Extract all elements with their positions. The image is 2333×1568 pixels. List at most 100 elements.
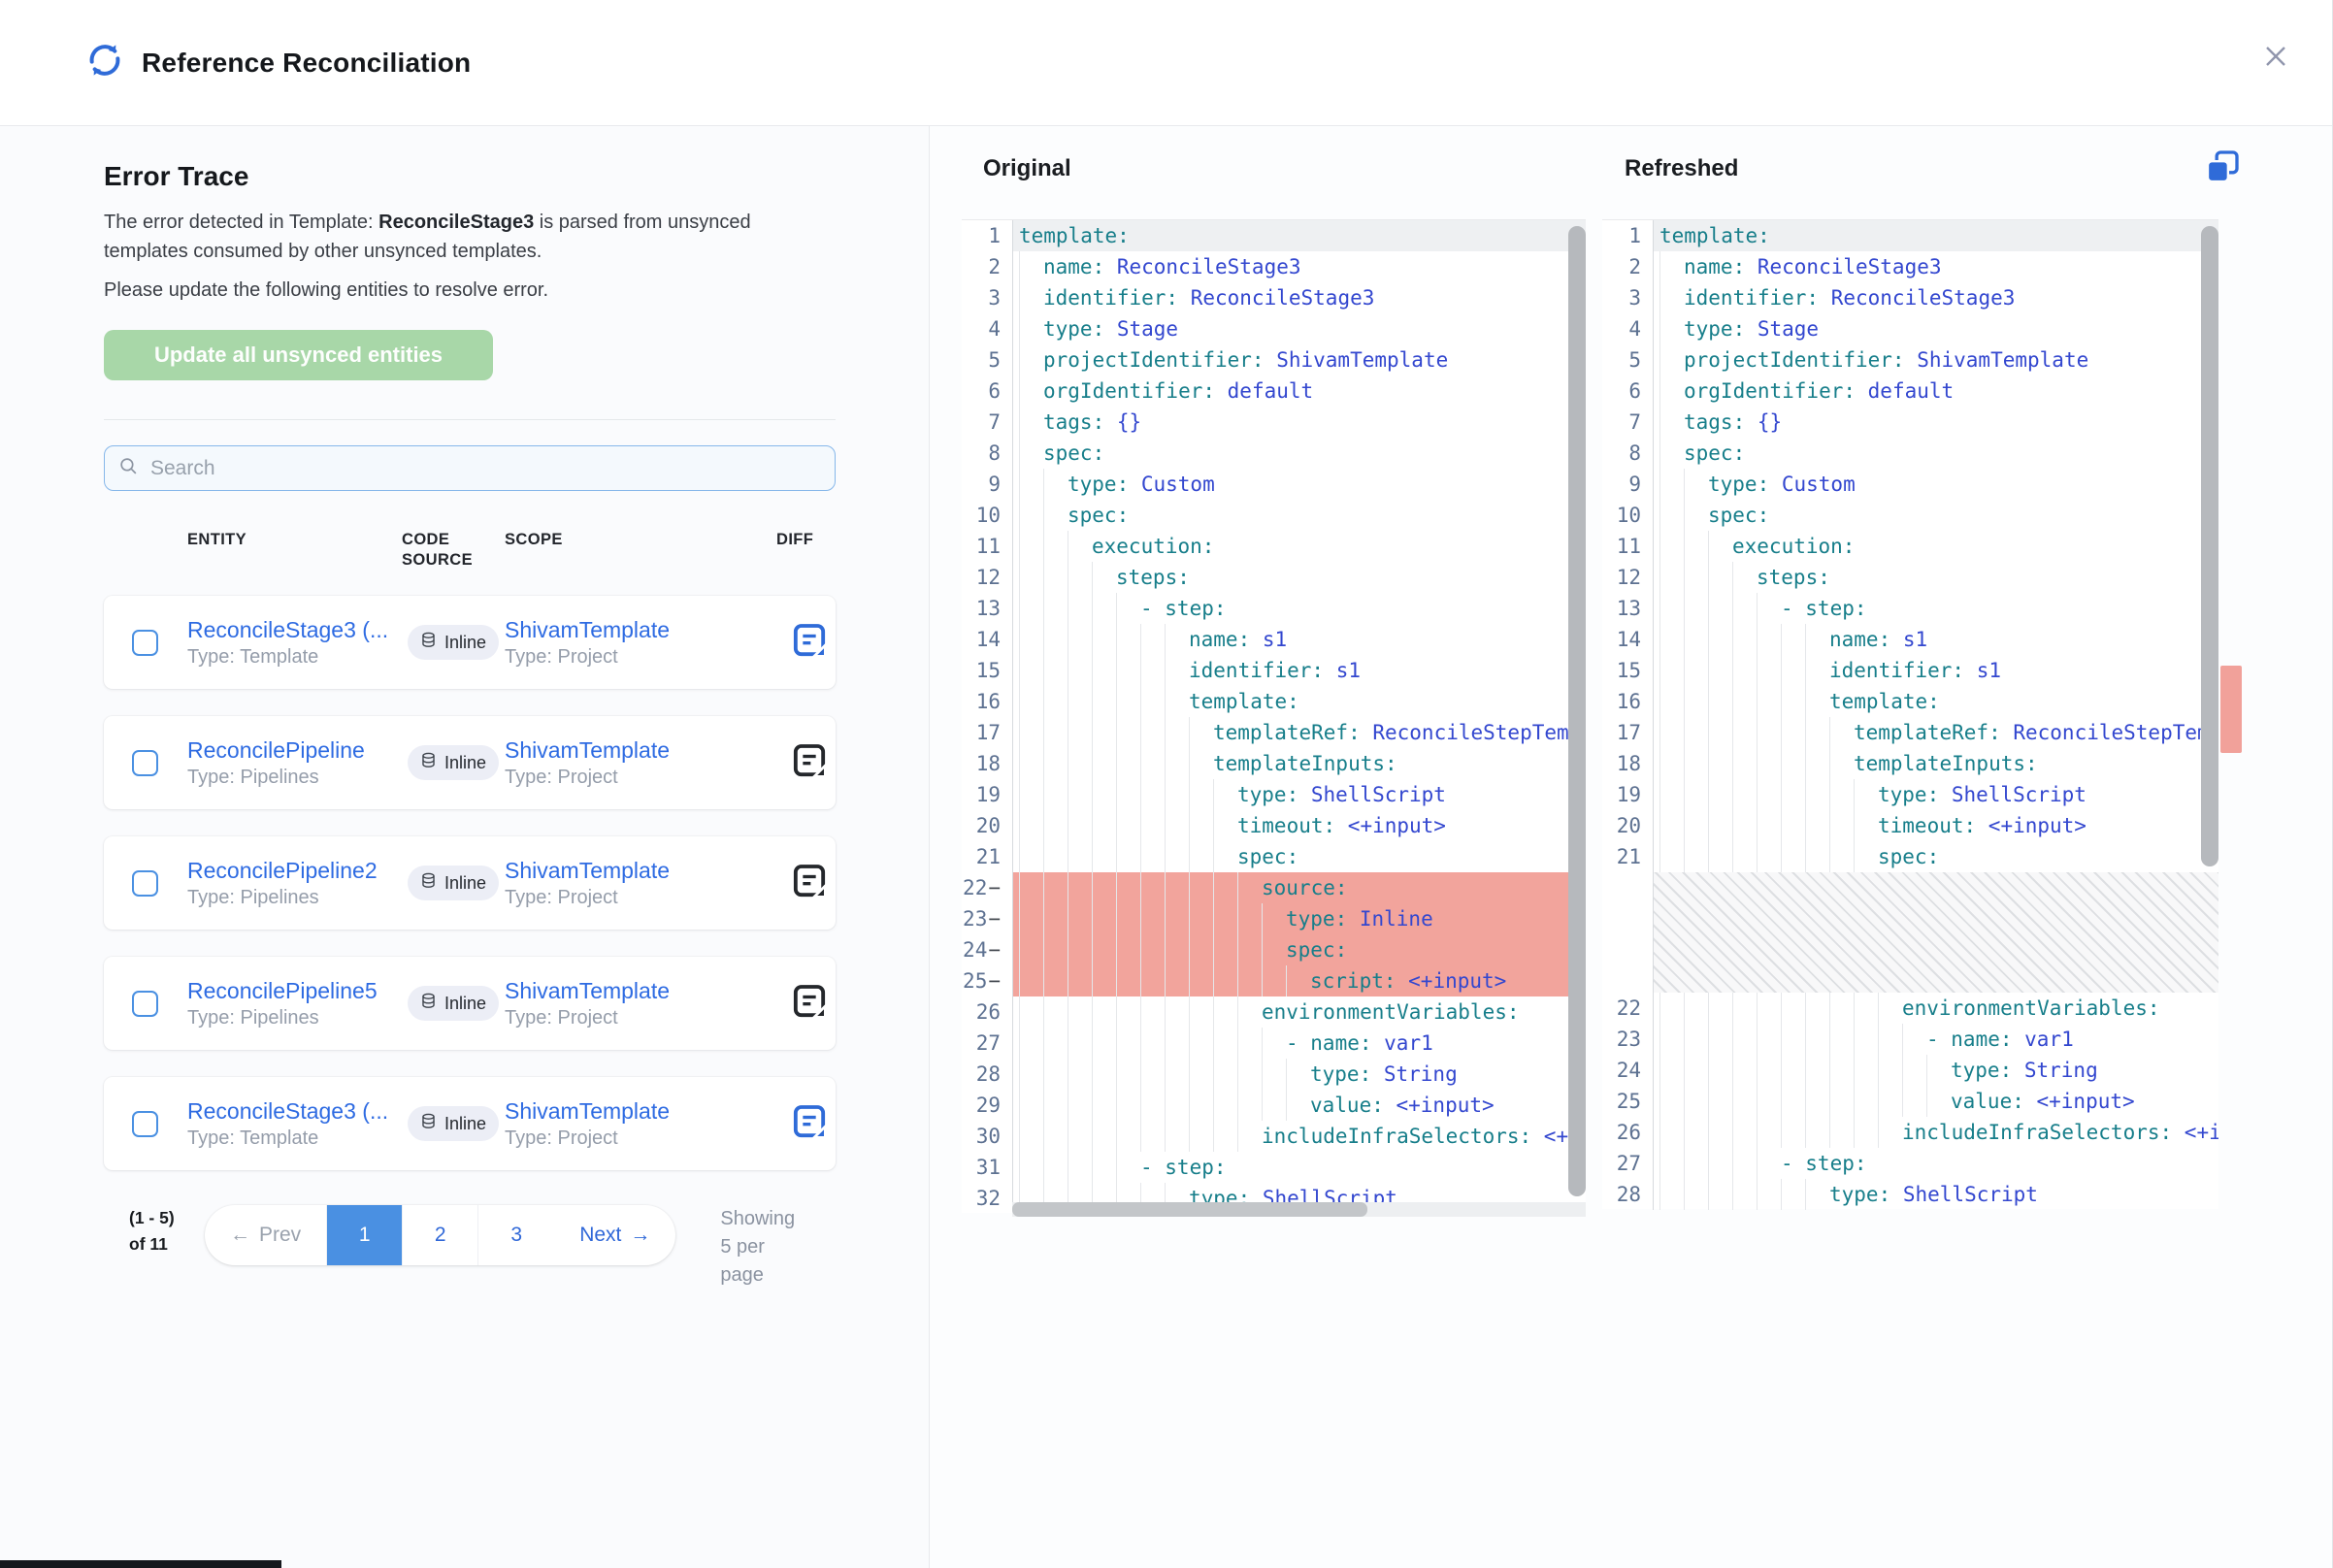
- diff-icon[interactable]: [790, 768, 829, 784]
- code-line: 20timeout: <+input>: [962, 810, 1586, 841]
- refreshed-vertical-scrollbar[interactable]: [2201, 226, 2218, 866]
- code-line: 23−type: Inline: [962, 903, 1586, 934]
- search-input[interactable]: [148, 456, 821, 481]
- scope-type: Type: Project: [505, 1007, 776, 1029]
- code-line: 24−spec:: [962, 934, 1586, 965]
- window-edge: [0, 1560, 281, 1568]
- inline-source-icon: [420, 1113, 437, 1134]
- original-code-panel: 1template:2name: ReconcileStage33identif…: [962, 219, 1586, 1213]
- code-line: 18templateInputs:: [962, 748, 1586, 779]
- scope-type: Type: Project: [505, 646, 776, 669]
- row-checkbox[interactable]: [132, 991, 158, 1017]
- code-line: 26environmentVariables:: [962, 996, 1586, 1028]
- code-line: 7tags: {}: [1602, 407, 2218, 438]
- entity-type: Type: Pipelines: [187, 1007, 402, 1029]
- code-line: 2name: ReconcileStage3: [1602, 251, 2218, 282]
- original-panel-title: Original: [983, 155, 1071, 182]
- entity-type: Type: Pipelines: [187, 887, 402, 909]
- code-line: 11execution:: [1602, 531, 2218, 562]
- entity-type: Type: Template: [187, 646, 402, 669]
- code-line: 28type: String: [962, 1059, 1586, 1090]
- code-line: 15identifier: s1: [1602, 655, 2218, 686]
- table-row: ReconcilePipeline2Type: Pipelines Inline…: [104, 836, 836, 930]
- row-checkbox[interactable]: [132, 870, 158, 897]
- code-line: 12steps:: [1602, 562, 2218, 593]
- error-trace-heading: Error Trace: [104, 161, 929, 192]
- divider: [104, 419, 836, 420]
- code-line: 4type: Stage: [1602, 313, 2218, 344]
- code-line: 1template:: [962, 220, 1586, 251]
- code-source-badge: Inline: [408, 986, 499, 1021]
- entity-link[interactable]: ReconcilePipeline2: [187, 858, 402, 884]
- code-line: 10spec:: [1602, 500, 2218, 531]
- error-description: The error detected in Template: Reconcil…: [104, 208, 783, 266]
- code-line: 20timeout: <+input>: [1602, 810, 2218, 841]
- inline-source-icon: [420, 993, 437, 1014]
- col-diff: DIFF: [776, 530, 836, 550]
- next-page-button[interactable]: Next→: [554, 1205, 675, 1265]
- scope-link[interactable]: ShivamTemplate: [505, 858, 776, 884]
- dialog-header: Reference Reconciliation: [0, 0, 2332, 126]
- code-line: 4type: Stage: [962, 313, 1586, 344]
- copy-icon[interactable]: [2203, 147, 2242, 186]
- pagination: ←Prev 123 Next→: [205, 1205, 675, 1265]
- code-line: 10spec:: [962, 500, 1586, 531]
- table-row: ReconcileStage3 (...Type: Template Inlin…: [104, 596, 836, 689]
- refresh-icon: [85, 41, 124, 84]
- scope-link[interactable]: ShivamTemplate: [505, 1098, 776, 1125]
- table-row: ReconcileStage3 (...Type: Template Inlin…: [104, 1077, 836, 1170]
- code-line: 21spec:: [962, 841, 1586, 872]
- row-checkbox[interactable]: [132, 750, 158, 776]
- search-icon: [118, 456, 139, 481]
- code-line: 22environmentVariables:: [1602, 993, 2218, 1024]
- reference-reconciliation-dialog: Reference Reconciliation Error Trace The…: [0, 0, 2333, 1568]
- original-vertical-scrollbar[interactable]: [1568, 226, 1586, 1196]
- scope-link[interactable]: ShivamTemplate: [505, 737, 776, 764]
- code-line: 12steps:: [962, 562, 1586, 593]
- code-line: 8spec:: [1602, 438, 2218, 469]
- close-icon[interactable]: [2258, 39, 2293, 74]
- entity-type: Type: Pipelines: [187, 767, 402, 789]
- page-button-2[interactable]: 2: [403, 1205, 478, 1265]
- pagination-range: (1 - 5) of 11: [129, 1205, 181, 1258]
- row-checkbox[interactable]: [132, 1111, 158, 1137]
- code-line: 26includeInfraSelectors: <+input>: [1602, 1117, 2218, 1148]
- entity-link[interactable]: ReconcileStage3 (...: [187, 617, 402, 643]
- diff-icon[interactable]: [790, 1008, 829, 1025]
- original-horizontal-scrollbar[interactable]: [1012, 1202, 1586, 1217]
- code-line: 1template:: [1602, 220, 2218, 251]
- entity-link[interactable]: ReconcilePipeline: [187, 737, 402, 764]
- code-line: 17templateRef: ReconcileStepTemplate: [1602, 717, 2218, 748]
- scope-link[interactable]: ShivamTemplate: [505, 617, 776, 643]
- row-checkbox[interactable]: [132, 630, 158, 656]
- page-button-1[interactable]: 1: [327, 1205, 403, 1265]
- diff-icon[interactable]: [790, 1128, 829, 1145]
- code-line: 11execution:: [962, 531, 1586, 562]
- code-line: 31- step:: [962, 1152, 1586, 1183]
- scope-link[interactable]: ShivamTemplate: [505, 978, 776, 1004]
- code-line: 14name: s1: [1602, 624, 2218, 655]
- inline-source-icon: [420, 632, 437, 653]
- code-line: 18templateInputs:: [1602, 748, 2218, 779]
- page-button-3[interactable]: 3: [478, 1205, 554, 1265]
- code-line: 5projectIdentifier: ShivamTemplate: [962, 344, 1586, 376]
- diff-icon[interactable]: [790, 888, 829, 904]
- scope-type: Type: Project: [505, 767, 776, 789]
- code-line: 24type: String: [1602, 1055, 2218, 1086]
- col-code-source: CODE SOURCE: [402, 530, 505, 571]
- refreshed-code-panel: 1template:2name: ReconcileStage33identif…: [1602, 219, 2218, 1209]
- code-line: 14name: s1: [962, 624, 1586, 655]
- code-line: 19type: ShellScript: [962, 779, 1586, 810]
- prev-page-button[interactable]: ←Prev: [205, 1205, 327, 1265]
- code-line: 6orgIdentifier: default: [1602, 376, 2218, 407]
- update-all-button[interactable]: Update all unsynced entities: [104, 330, 493, 380]
- code-line: 9type: Custom: [1602, 469, 2218, 500]
- code-line: 28type: ShellScript: [1602, 1179, 2218, 1210]
- code-line: 17templateRef: ReconcileStepTemplate: [962, 717, 1586, 748]
- entity-link[interactable]: ReconcilePipeline5: [187, 978, 402, 1004]
- code-line: 3identifier: ReconcileStage3: [1602, 282, 2218, 313]
- diff-icon[interactable]: [790, 647, 829, 664]
- scope-type: Type: Project: [505, 887, 776, 909]
- code-line: 19type: ShellScript: [1602, 779, 2218, 810]
- entity-link[interactable]: ReconcileStage3 (...: [187, 1098, 402, 1125]
